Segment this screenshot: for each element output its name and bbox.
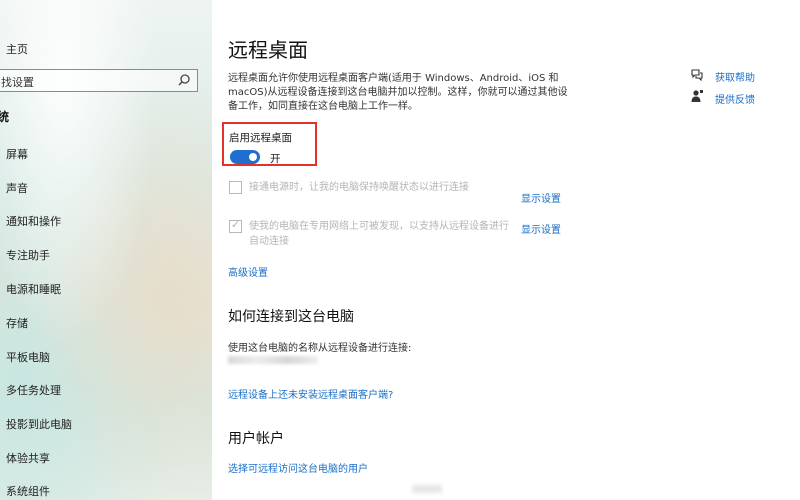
keep-awake-checkbox[interactable] [229, 181, 242, 194]
enable-remote-desktop-toggle[interactable] [230, 150, 260, 164]
search-icon [178, 74, 190, 86]
keep-awake-label: 接通电源时，让我的电脑保持唤醒状态以进行连接 [249, 182, 469, 193]
sidebar-item-shared-experiences[interactable]: 体验共享 [6, 449, 50, 469]
sidebar-item-system-components[interactable]: 系统组件 [6, 482, 50, 500]
show-settings-link-2[interactable]: 显示设置 [521, 221, 561, 236]
sidebar-item-focus-assist[interactable]: 专注助手 [6, 246, 50, 266]
sidebar-item-projecting[interactable]: 投影到此电脑 [6, 415, 72, 435]
sidebar-item-tablet[interactable]: 平板电脑 [6, 348, 50, 368]
sidebar-item-home[interactable]: 主页 [6, 41, 28, 57]
watermark-blur [412, 485, 442, 493]
how-to-connect-heading: 如何连接到这台电脑 [228, 309, 354, 325]
show-settings-link-1[interactable]: 显示设置 [521, 190, 561, 205]
sidebar-item-sound[interactable]: 声音 [6, 179, 28, 199]
help-chat-icon [691, 69, 703, 81]
sidebar-item-storage[interactable]: 存储 [6, 314, 28, 334]
user-accounts-heading: 用户帐户 [228, 431, 284, 447]
page-description: 远程桌面允许你使用远程桌面客户端(适用于 Windows、Android、iOS… [228, 73, 568, 112]
discoverable-label: 使我的电脑在专用网络上可被发现，以支持从远程设备进行自动连接 [249, 221, 509, 247]
sidebar-item-multitasking[interactable]: 多任务处理 [6, 381, 61, 401]
get-help-link[interactable]: 获取帮助 [715, 69, 755, 84]
pc-name-redacted [228, 356, 318, 364]
enable-remote-desktop-label: 启用远程桌面 [229, 132, 292, 144]
search-input[interactable]: 找设置 [0, 69, 198, 92]
sidebar-item-power-sleep[interactable]: 电源和睡眠 [6, 280, 61, 300]
client-not-installed-link[interactable]: 远程设备上还未安装远程桌面客户端? [228, 386, 393, 401]
sidebar-item-display[interactable]: 屏幕 [6, 145, 28, 165]
how-to-connect-description: 使用这台电脑的名称从远程设备进行连接: [228, 343, 412, 354]
page-title: 远程桌面 [228, 38, 308, 62]
discoverable-checkbox[interactable] [229, 218, 242, 233]
select-users-link[interactable]: 选择可远程访问这台电脑的用户 [228, 460, 368, 475]
sidebar: 主页 找设置 统 屏幕 声音 通知和操作 专注助手 电源和睡眠 存储 平板电脑 … [0, 0, 212, 500]
feedback-person-icon [691, 90, 703, 102]
toggle-state-label: 开 [270, 153, 281, 165]
search-placeholder: 找设置 [1, 76, 34, 89]
toggle-knob [249, 153, 257, 161]
sidebar-section-title: 统 [0, 110, 10, 124]
advanced-settings-link[interactable]: 高级设置 [228, 264, 268, 279]
sidebar-item-notifications[interactable]: 通知和操作 [6, 212, 61, 232]
main-content: 远程桌面 远程桌面允许你使用远程桌面客户端(适用于 Windows、Androi… [212, 0, 800, 500]
give-feedback-link[interactable]: 提供反馈 [715, 91, 755, 106]
